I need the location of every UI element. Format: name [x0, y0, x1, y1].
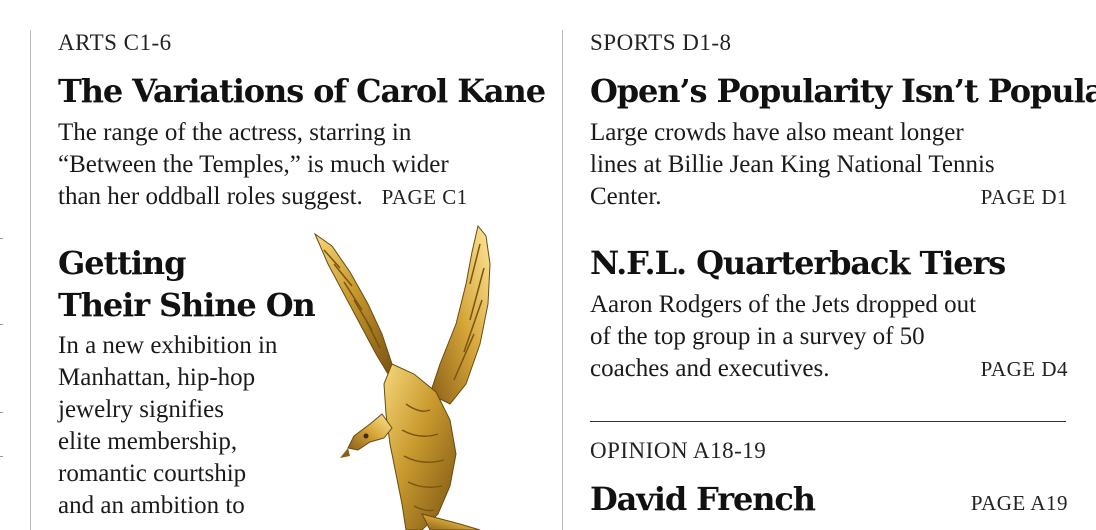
summary-line: Manhattan, hip-hop [58, 364, 256, 391]
nfl-quarterback-summary: Aaron Rodgers of the Jets dropped out of… [590, 289, 1068, 385]
sports-section-label[interactable]: SPORTS D1-8 [590, 30, 732, 56]
shine-on-summary: In a new exhibition in Manhattan, hip-ho… [58, 330, 328, 522]
summary-line-with-page: Center. PAGE D1 [590, 181, 1068, 213]
carol-kane-headline[interactable]: The Variations of Carol Kane [58, 70, 546, 112]
page-ref-d4[interactable]: PAGE D4 [981, 353, 1068, 385]
summary-line: Aaron Rodgers of the Jets dropped out [590, 291, 977, 318]
david-french-headline[interactable]: David French [590, 478, 816, 520]
summary-line: than her oddball roles suggest. [58, 183, 363, 210]
edge-tick [0, 456, 3, 457]
shine-on-headline[interactable]: Getting Their Shine On [58, 242, 316, 326]
summary-line: romantic courtship [58, 460, 247, 487]
summary-line: elite membership, [58, 428, 238, 455]
david-french-row: David French PAGE A19 [590, 478, 1068, 520]
summary-line-with-page: than her oddball roles suggest. PAGE C1 [58, 181, 548, 213]
edge-tick [0, 238, 3, 239]
open-popularity-summary: Large crowds have also meant longer line… [590, 117, 1068, 213]
column-divider-left [30, 30, 31, 530]
summary-line: coaches and executives. [590, 355, 830, 382]
summary-line: The range of the actress, starring in [58, 119, 412, 146]
summary-line: Large crowds have also meant longer [590, 119, 964, 146]
edge-tick [0, 412, 3, 413]
edge-tick [0, 324, 3, 325]
headline-line: Their Shine On [58, 286, 316, 324]
gold-eagle-icon[interactable] [310, 224, 510, 530]
section-divider [590, 421, 1066, 422]
carol-kane-summary: The range of the actress, starring in “B… [58, 117, 548, 213]
arts-section-label[interactable]: ARTS C1-6 [58, 30, 172, 56]
headline-line: Getting [58, 244, 186, 282]
nfl-quarterback-headline[interactable]: N.F.L. Quarterback Tiers [590, 242, 1006, 284]
summary-line: and an ambition to [58, 492, 245, 519]
page-ref-a19[interactable]: PAGE A19 [971, 491, 1068, 516]
summary-line: lines at Billie Jean King National Tenni… [590, 151, 995, 178]
summary-line: In a new exhibition in [58, 332, 278, 359]
opinion-section-label[interactable]: OPINION A18-19 [590, 438, 766, 464]
column-divider-middle [562, 30, 563, 530]
summary-line-with-page: coaches and executives. PAGE D4 [590, 353, 1068, 385]
summary-line: of the top group in a survey of 50 [590, 323, 925, 350]
summary-line: “Between the Temples,” is much wider [58, 151, 449, 178]
open-popularity-headline[interactable]: Open’s Popularity Isn’t Popular [590, 70, 1096, 112]
summary-line: jewelry signifies [58, 396, 224, 423]
page-ref-d1[interactable]: PAGE D1 [981, 181, 1068, 213]
summary-line: Center. [590, 183, 662, 210]
page-ref-c1[interactable]: PAGE C1 [382, 185, 468, 209]
